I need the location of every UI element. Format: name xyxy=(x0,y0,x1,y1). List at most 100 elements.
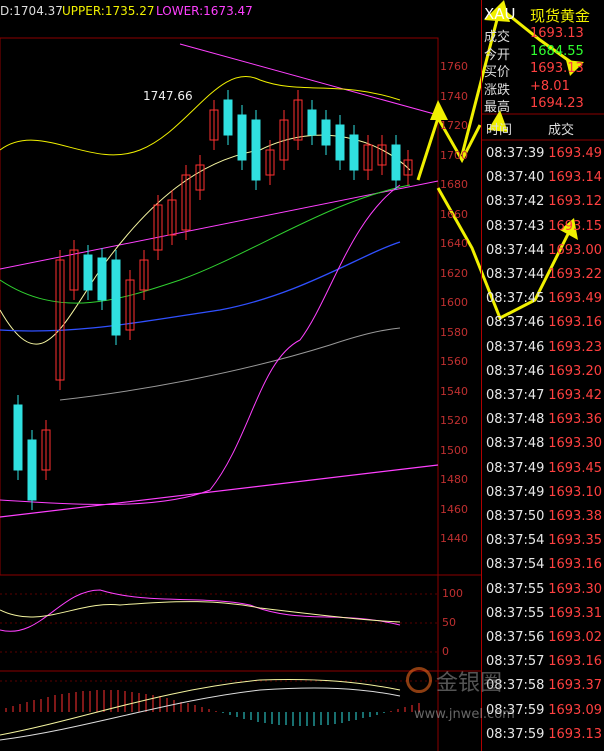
lower-value: LOWER:1673.47 xyxy=(156,4,253,18)
tick-time: 08:37:43 xyxy=(486,218,545,234)
quote-key: 今开 xyxy=(484,47,511,63)
price-tick-label: 1700 xyxy=(440,148,468,162)
tick-price: 1693.16 xyxy=(548,315,602,331)
quote-key: 买价 xyxy=(484,65,511,80)
tick-row[interactable]: 08:37:48 1693.36 xyxy=(486,412,604,435)
tick-time: 08:37:49 xyxy=(486,484,545,500)
candle-down xyxy=(349,134,359,171)
tick-row[interactable]: 08:37:46 1693.23 xyxy=(486,340,604,363)
tick-time: 08:37:48 xyxy=(486,436,545,452)
tick-row[interactable]: 08:37:55 1693.31 xyxy=(486,606,604,629)
tick-price: 1693.35 xyxy=(548,533,602,549)
quote-key: 成交 xyxy=(484,30,511,45)
watermark: 金银圈 www.jnwel.com xyxy=(386,651,515,731)
tick-row[interactable]: 08:37:59 1693.13 xyxy=(486,727,604,750)
candle-down xyxy=(83,254,93,291)
tick-time: 08:37:48 xyxy=(486,412,545,428)
price-tick-label: 1520 xyxy=(440,414,468,427)
macd-line xyxy=(0,678,401,736)
quote-value: 1684.55 xyxy=(530,43,584,59)
tick-row[interactable]: 08:37:48 1693.30 xyxy=(486,436,604,459)
main-chart-frame xyxy=(0,37,439,576)
tick-row[interactable]: 08:37:42 1693.12 xyxy=(486,194,604,217)
price-tick-label: 1500 xyxy=(440,443,468,457)
price-tick-label: 1620 xyxy=(440,266,468,280)
tick-price: 1693.15 xyxy=(548,218,602,234)
ma-gray xyxy=(59,327,401,401)
quote-value: 1694.23 xyxy=(530,96,584,111)
candle-down xyxy=(321,119,331,146)
tick-time: 08:37:55 xyxy=(486,581,545,597)
quote-key: 最高 xyxy=(484,100,511,115)
tick-time: 08:37:44 xyxy=(486,242,545,258)
price-tick-label: 1560 xyxy=(440,355,468,368)
upper-value: UPPER:1735.27 xyxy=(62,4,155,18)
price-tick-label: 1720 xyxy=(440,119,468,132)
tick-row[interactable]: 08:37:45 1693.49 xyxy=(486,291,604,314)
tick-price: 1693.49 xyxy=(548,146,602,161)
price-tick-label: 1740 xyxy=(440,89,468,103)
tick-row[interactable]: 08:37:50 1693.38 xyxy=(486,509,604,532)
symbol-name: 现货黄金 xyxy=(530,7,591,25)
tick-time: 08:37:55 xyxy=(486,605,545,621)
price-tick-label: 1580 xyxy=(440,325,468,339)
tick-row[interactable]: 08:37:49 1693.45 xyxy=(486,461,604,484)
candle-down xyxy=(251,119,261,181)
price-tick-label: 1660 xyxy=(440,207,468,221)
oscillator-tick-label: 100 xyxy=(442,587,463,600)
candle-down xyxy=(307,109,317,136)
watermark-text: 金银圈 xyxy=(436,671,503,696)
tick-row[interactable]: 08:37:39 1693.49 xyxy=(486,146,604,169)
price-tick-label: 1480 xyxy=(440,473,468,486)
macd-signal xyxy=(0,687,401,741)
tick-time: 08:37:42 xyxy=(486,194,545,210)
quote-row: 买价 1693.13 xyxy=(482,61,604,80)
tick-price: 1693.20 xyxy=(548,363,602,379)
tick-row[interactable]: 08:37:47 1693.42 xyxy=(486,388,604,411)
tick-price: 1693.30 xyxy=(548,581,602,597)
quote-value: +8.01 xyxy=(530,78,570,94)
tick-time: 08:37:50 xyxy=(486,509,545,524)
tick-price: 1693.49 xyxy=(548,291,602,307)
oscillator-tick-label: 50 xyxy=(442,616,456,629)
tick-row[interactable]: 08:37:44 1693.22 xyxy=(486,267,604,290)
candle-down xyxy=(223,99,233,136)
tick-price: 1693.16 xyxy=(548,654,602,670)
tick-price: 1693.00 xyxy=(548,242,602,258)
quote-row: 成交 1693.13 xyxy=(482,26,604,45)
tick-price: 1693.36 xyxy=(548,412,602,428)
tick-price: 1693.16 xyxy=(548,557,602,573)
tick-row[interactable]: 08:37:46 1693.16 xyxy=(486,315,604,338)
candle-down xyxy=(237,114,247,161)
tick-time: 08:37:56 xyxy=(486,630,545,645)
tick-row[interactable]: 08:37:57 1693.16 xyxy=(486,654,604,677)
tick-price: 1693.37 xyxy=(548,678,602,694)
osc-line xyxy=(0,589,401,632)
tick-price: 1693.45 xyxy=(548,460,602,476)
tick-time: 08:37:46 xyxy=(486,315,545,331)
ticks-time-header: 时间 xyxy=(486,123,513,138)
tick-row[interactable]: 08:37:58 1693.37 xyxy=(486,678,604,701)
tick-price: 1693.13 xyxy=(548,726,602,742)
tick-row[interactable]: 08:37:56 1693.02 xyxy=(486,630,604,653)
tick-row[interactable]: 08:37:55 1693.30 xyxy=(486,582,604,605)
tick-time: 08:37:44 xyxy=(486,267,545,282)
tick-time: 08:37:45 xyxy=(486,291,545,307)
osc-signal xyxy=(0,601,401,623)
tick-time: 08:37:49 xyxy=(486,460,545,476)
tick-price: 1693.22 xyxy=(548,267,602,282)
trendline xyxy=(0,180,439,270)
tick-row[interactable]: 08:37:46 1693.20 xyxy=(486,364,604,387)
tick-row[interactable]: 08:37:43 1693.15 xyxy=(486,219,604,242)
tick-row[interactable]: 08:37:40 1693.14 xyxy=(486,170,604,193)
candle-down xyxy=(111,259,121,336)
quote-row: 涨跌 +8.01 xyxy=(482,78,604,98)
tick-row[interactable]: 08:37:54 1693.16 xyxy=(486,557,604,580)
tick-row[interactable]: 08:37:44 1693.00 xyxy=(486,243,604,266)
peak-price-label: 1747.66 xyxy=(143,89,193,103)
quote-panel: XAU 现货黄金 成交 1693.13 今开 1684.55 买价 1693.13 涨跌 +8… xyxy=(481,0,604,751)
tick-price: 1693.02 xyxy=(548,630,602,645)
tick-row[interactable]: 08:37:54 1693.35 xyxy=(486,533,604,556)
tick-row[interactable]: 08:37:49 1693.10 xyxy=(486,485,604,508)
candle-down xyxy=(335,124,345,161)
